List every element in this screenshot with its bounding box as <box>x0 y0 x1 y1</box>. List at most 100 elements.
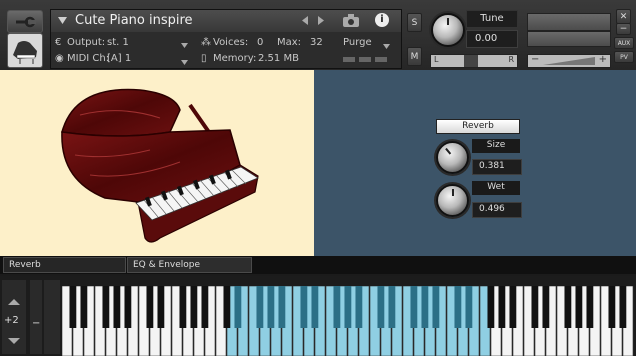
pitch-minus-label: − <box>32 318 41 329</box>
instrument-name[interactable]: Cute Piano inspire <box>75 13 193 28</box>
camera-icon[interactable] <box>343 14 359 30</box>
volume-ramp <box>543 57 595 65</box>
mod-wheel[interactable] <box>44 280 60 354</box>
black-key[interactable] <box>509 286 517 328</box>
black-key[interactable] <box>388 286 396 328</box>
wet-value-box[interactable]: 0.496 <box>472 202 522 218</box>
black-key[interactable] <box>454 286 462 328</box>
black-key[interactable] <box>575 286 583 328</box>
meter-segment <box>375 57 387 62</box>
volume-plus-label: + <box>598 54 607 65</box>
instrument-info-panel: Cute Piano inspire i € Output: st. 1 ⁂ V… <box>50 9 402 69</box>
output-dropdown-icon[interactable] <box>181 40 188 51</box>
grand-piano-image <box>61 88 259 243</box>
black-key[interactable] <box>311 286 319 328</box>
voices-icon: ⁂ <box>201 37 211 48</box>
black-key[interactable] <box>498 286 506 328</box>
voices-value: 0 <box>257 37 264 48</box>
black-key[interactable] <box>465 286 473 328</box>
black-key[interactable] <box>267 286 275 328</box>
tune-knob[interactable] <box>431 13 465 47</box>
midi-channel-value[interactable]: [A] 1 <box>107 53 131 64</box>
black-key[interactable] <box>69 286 77 328</box>
aux-button[interactable]: AUX <box>614 37 634 49</box>
pv-button[interactable]: PV <box>614 51 634 63</box>
tab-bar: Reverb EQ & Envelope <box>0 256 636 274</box>
black-key[interactable] <box>157 286 165 328</box>
black-key[interactable] <box>278 286 286 328</box>
black-key[interactable] <box>80 286 88 328</box>
instrument-menu-arrow-icon[interactable] <box>58 16 67 27</box>
black-key[interactable] <box>619 286 627 328</box>
tune-value-box[interactable]: 0.00 <box>466 30 518 48</box>
pan-handle[interactable] <box>464 55 478 67</box>
size-label: Size <box>486 140 506 150</box>
pitch-control[interactable]: − <box>30 280 42 354</box>
black-key[interactable] <box>586 286 594 328</box>
black-key[interactable] <box>223 286 231 328</box>
black-key[interactable] <box>531 286 539 328</box>
info-icon[interactable]: i <box>375 13 389 27</box>
wet-knob[interactable] <box>436 184 469 217</box>
black-key[interactable] <box>344 286 352 328</box>
pan-slider[interactable]: L R <box>430 54 518 68</box>
black-key[interactable] <box>542 286 550 328</box>
wrench-icon[interactable] <box>7 10 43 33</box>
pan-left-label: L <box>434 55 439 64</box>
octave-up-icon[interactable] <box>8 297 20 308</box>
tab-reverb[interactable]: Reverb <box>3 257 126 273</box>
effect-panel: Reverb Size 0.381 Wet 0.496 <box>314 70 636 256</box>
midi-dropdown-icon[interactable] <box>181 57 188 68</box>
max-voices-value[interactable]: 32 <box>310 37 323 48</box>
black-key[interactable] <box>146 286 154 328</box>
output-value[interactable]: st. 1 <box>107 37 129 48</box>
black-key[interactable] <box>113 286 121 328</box>
close-button[interactable]: ✕ <box>616 9 631 24</box>
midi-icon: ◉ <box>55 53 64 64</box>
black-key[interactable] <box>355 286 363 328</box>
next-instrument-icon[interactable] <box>318 16 324 28</box>
black-key[interactable] <box>421 286 429 328</box>
mute-button[interactable]: M <box>407 47 422 66</box>
black-key[interactable] <box>201 286 209 328</box>
black-key[interactable] <box>102 286 110 328</box>
wet-label-box: Wet <box>472 181 520 195</box>
instrument-header: Cute Piano inspire i € Output: st. 1 ⁂ V… <box>0 0 636 71</box>
instrument-icon[interactable] <box>7 33 43 68</box>
volume-slider[interactable]: − + <box>527 54 611 68</box>
tune-label-box: Tune <box>466 10 518 28</box>
black-key[interactable] <box>333 286 341 328</box>
black-key[interactable] <box>432 286 440 328</box>
reverb-button[interactable]: Reverb <box>436 119 520 134</box>
pan-right-label: R <box>508 55 514 64</box>
title-bar: Cute Piano inspire i <box>51 10 401 32</box>
solo-button[interactable]: S <box>407 13 422 32</box>
black-key[interactable] <box>300 286 308 328</box>
wet-label: Wet <box>487 182 505 192</box>
level-meter-top <box>527 13 611 31</box>
black-key[interactable] <box>487 286 495 328</box>
octave-control: +2 <box>2 280 26 354</box>
black-key[interactable] <box>124 286 132 328</box>
minimize-button[interactable]: − <box>616 23 631 35</box>
black-key[interactable] <box>234 286 242 328</box>
black-key[interactable] <box>190 286 198 328</box>
black-key[interactable] <box>179 286 187 328</box>
instrument-artwork <box>0 70 314 256</box>
size-value-box[interactable]: 0.381 <box>472 159 522 175</box>
memory-label: Memory: <box>213 53 257 64</box>
purge-button[interactable]: Purge <box>335 34 400 50</box>
purge-dropdown-icon[interactable] <box>383 41 390 52</box>
size-knob[interactable] <box>436 141 469 174</box>
meter-segment <box>343 57 355 62</box>
black-key[interactable] <box>377 286 385 328</box>
octave-down-icon[interactable] <box>8 336 20 347</box>
black-key[interactable] <box>256 286 264 328</box>
black-key[interactable] <box>410 286 418 328</box>
tab-eq-envelope[interactable]: EQ & Envelope <box>127 257 252 273</box>
piano-keyboard[interactable] <box>62 286 634 356</box>
black-key[interactable] <box>564 286 572 328</box>
level-meter-bottom <box>527 31 611 47</box>
prev-instrument-icon[interactable] <box>302 16 308 28</box>
black-key[interactable] <box>608 286 616 328</box>
